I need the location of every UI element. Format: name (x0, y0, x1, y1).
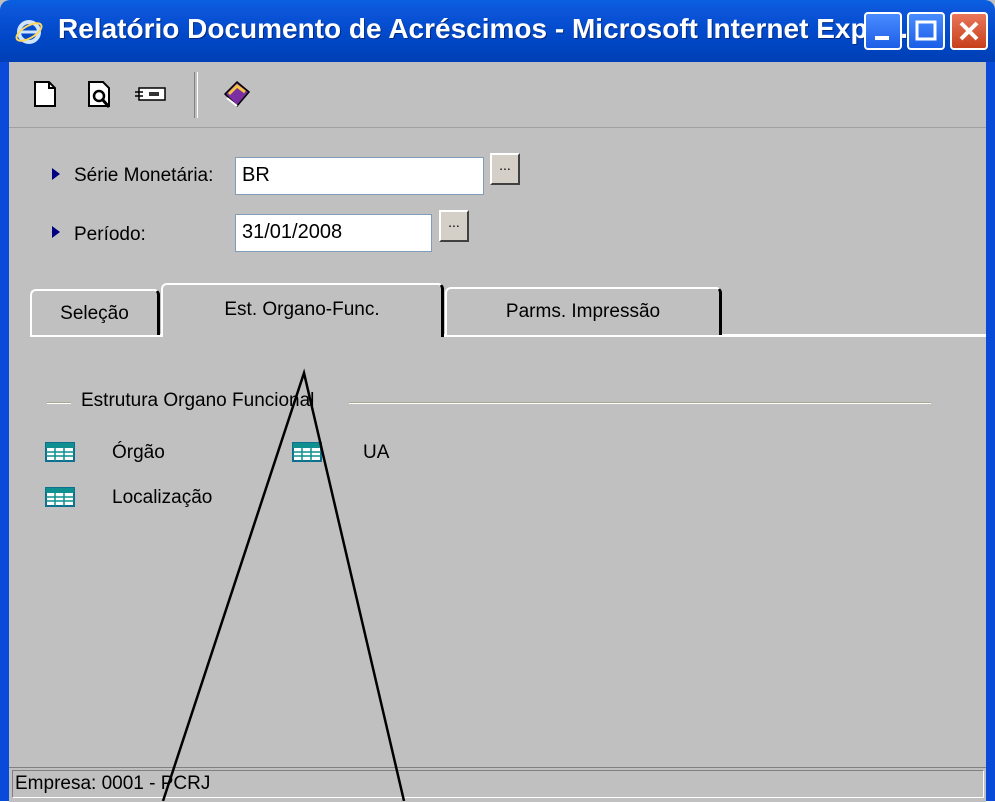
minimize-icon (875, 36, 889, 40)
item-orgao[interactable]: Órgão (112, 442, 165, 464)
send-icon[interactable] (133, 76, 169, 112)
item-ua[interactable]: UA (363, 442, 389, 464)
periodo-label: Período: (74, 224, 146, 245)
item-localizacao[interactable]: Localização (112, 487, 212, 509)
tab-parms-impressao[interactable]: Parms. Impressão (445, 287, 722, 335)
window-frame-right (986, 62, 995, 801)
serie-monetaria-label: Série Monetária: (74, 165, 214, 186)
minimize-button[interactable] (864, 12, 902, 50)
table-icon (45, 442, 75, 462)
periodo-lookup-button[interactable]: ... (439, 210, 469, 242)
browser-window: Relatório Documento de Acréscimos - Micr… (0, 0, 995, 802)
internet-explorer-icon (15, 20, 43, 44)
close-button[interactable] (950, 12, 988, 50)
help-book-icon[interactable] (219, 76, 255, 112)
serie-monetaria-input[interactable]: BR (235, 157, 484, 195)
tab-est-organo-func[interactable]: Est. Organo-Func. (161, 283, 444, 337)
title-bar[interactable]: Relatório Documento de Acréscimos - Micr… (0, 0, 995, 62)
toolbar-separator (194, 72, 198, 118)
close-icon (959, 21, 979, 41)
group-line-right (349, 402, 931, 404)
tab-selecao[interactable]: Seleção (30, 289, 160, 335)
table-icon (292, 442, 322, 462)
group-line-left (47, 402, 71, 404)
serie-lookup-button[interactable]: ... (490, 153, 520, 185)
window-frame-left (0, 62, 9, 801)
toolbar (9, 62, 986, 128)
table-icon (45, 487, 75, 507)
group-title: Estrutura Organo Funcional (81, 390, 315, 411)
window-title: Relatório Documento de Acréscimos - Micr… (58, 13, 916, 44)
print-preview-icon[interactable] (81, 76, 117, 112)
field-marker-icon (52, 226, 60, 238)
field-marker-icon (52, 168, 60, 180)
new-page-icon[interactable] (27, 76, 63, 112)
maximize-button[interactable] (907, 12, 945, 50)
periodo-input[interactable]: 31/01/2008 (235, 214, 432, 252)
status-text: Empresa: 0001 - PCRJ (12, 770, 984, 798)
active-tab-joint (163, 332, 441, 338)
maximize-icon (915, 20, 937, 41)
